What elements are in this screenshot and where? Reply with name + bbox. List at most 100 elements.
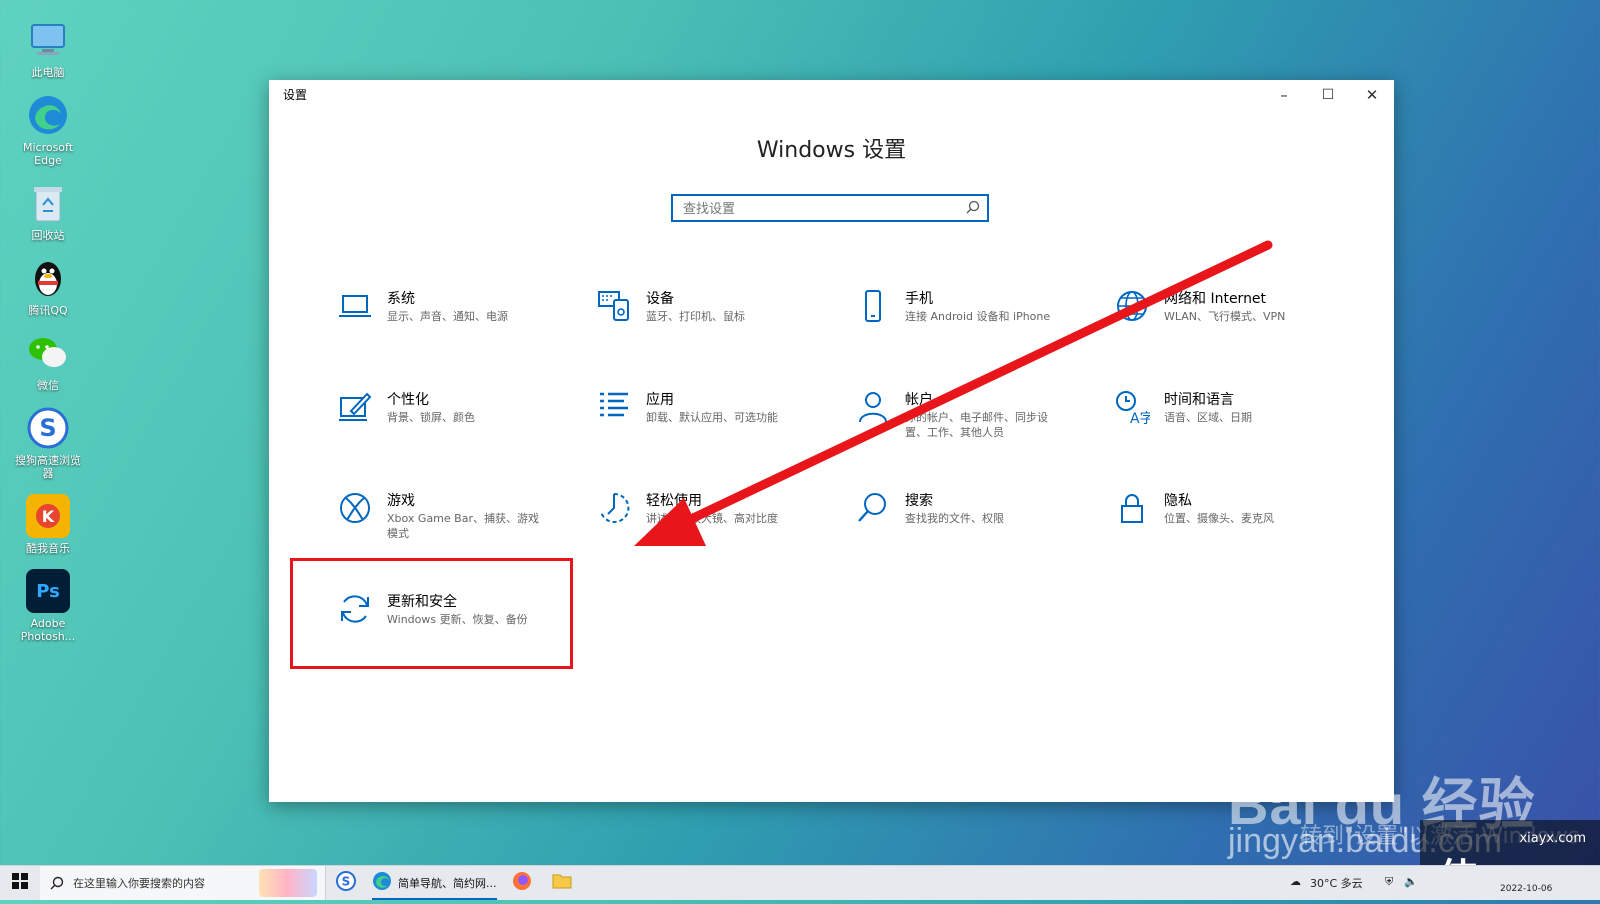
- settings-item-apps[interactable]: 应用 卸载、默认应用、可选功能: [596, 389, 836, 459]
- search-input[interactable]: [681, 197, 965, 221]
- maximize-button[interactable]: ☐: [1306, 80, 1350, 110]
- desktop-icon-sogou-browser[interactable]: S 搜狗高速浏览器: [8, 406, 88, 480]
- devices-icon: [596, 288, 632, 324]
- photoshop-icon: Ps: [26, 569, 70, 613]
- site-url: xiayx.com: [1519, 831, 1586, 846]
- search-highlight-image: [259, 869, 317, 897]
- xbox-icon: [337, 490, 373, 526]
- recycle-bin-icon: [26, 181, 70, 225]
- item-description: 位置、摄像头、麦克风: [1164, 512, 1274, 525]
- security-shield-icon[interactable]: ⛨: [1385, 875, 1393, 889]
- item-name: 手机: [905, 291, 933, 307]
- weather-text[interactable]: 30°C 多云: [1310, 875, 1363, 891]
- item-description: 显示、声音、通知、电源: [387, 310, 508, 323]
- search-icon[interactable]: [965, 199, 981, 219]
- close-button[interactable]: ✕: [1350, 80, 1394, 110]
- taskbar-app-firefox[interactable]: [512, 870, 532, 896]
- desktop-icon-label: Microsoft Edge: [22, 141, 74, 167]
- settings-item-personalization[interactable]: 个性化 背景、锁屏、颜色: [337, 389, 577, 459]
- personalize-icon: [337, 389, 373, 425]
- item-description: 背景、锁屏、颜色: [387, 411, 475, 424]
- item-description: 连接 Android 设备和 iPhone: [905, 310, 1051, 323]
- desktop-icon-label: 腾讯QQ: [28, 304, 68, 317]
- settings-item-phone[interactable]: 手机 连接 Android 设备和 iPhone: [855, 288, 1095, 358]
- time-language-icon: A字: [1114, 389, 1154, 427]
- desktop-icon-qq[interactable]: 腾讯QQ: [8, 256, 88, 317]
- item-name: 游戏: [387, 493, 415, 509]
- item-name: 设备: [646, 291, 674, 307]
- item-name: 网络和 Internet: [1164, 291, 1267, 307]
- desktop-icon-kuwo-music[interactable]: K 酷我音乐: [8, 494, 88, 555]
- settings-window: 设置 – ☐ ✕ Windows 设置 系统 显示、声音、通知、电源 设备 蓝牙…: [269, 80, 1394, 802]
- desktop-icon-wechat[interactable]: 微信: [8, 331, 88, 392]
- desktop-icon-label: 搜狗高速浏览器: [15, 454, 81, 480]
- desktop-icon-label: 回收站: [31, 229, 65, 242]
- minimize-button[interactable]: –: [1262, 80, 1306, 110]
- settings-item-privacy[interactable]: 隐私 位置、摄像头、麦克风: [1114, 490, 1354, 560]
- svg-text:S: S: [342, 875, 351, 889]
- taskbar-app-edge[interactable]: 简单导航、简约网...: [372, 868, 497, 900]
- taskbar-search-text: 在这里输入你要搜索的内容: [73, 877, 205, 890]
- item-name: 系统: [387, 291, 415, 307]
- settings-item-system[interactable]: 系统 显示、声音、通知、电源: [337, 288, 577, 358]
- taskbar-app-file-explorer[interactable]: [552, 870, 572, 896]
- settings-search-box[interactable]: [671, 194, 989, 222]
- windows-logo-icon: [12, 873, 28, 893]
- settings-item-accounts[interactable]: 帐户 你的帐户、电子邮件、同步设置、工作、其他人员: [855, 389, 1095, 459]
- item-description: WLAN、飞行模式、VPN: [1164, 310, 1286, 323]
- search-icon: [855, 490, 891, 526]
- taskbar-search-box[interactable]: 在这里输入你要搜索的内容: [40, 866, 326, 900]
- volume-icon[interactable]: 🔈: [1404, 875, 1418, 888]
- edge-icon: [372, 871, 392, 895]
- window-title: 设置: [283, 88, 308, 102]
- start-button[interactable]: [0, 866, 40, 900]
- lock-icon: [1114, 490, 1150, 526]
- computer-icon: [26, 18, 70, 62]
- page-title: Windows 设置: [756, 138, 907, 163]
- settings-item-time-language[interactable]: A字 时间和语言 语音、区域、日期: [1114, 389, 1354, 459]
- desktop-icon-label: 微信: [37, 379, 59, 392]
- wechat-icon: [26, 331, 70, 375]
- item-name: 帐户: [905, 392, 933, 408]
- sogou-browser-icon: S: [26, 406, 70, 450]
- item-description: 讲述人、放大镜、高对比度: [646, 512, 778, 525]
- item-name: 隐私: [1164, 493, 1192, 509]
- item-description: 蓝牙、打印机、鼠标: [646, 310, 745, 323]
- desktop-icon-edge[interactable]: Microsoft Edge: [8, 93, 88, 167]
- firefox-icon: [512, 871, 532, 895]
- item-description: Xbox Game Bar、捕获、游戏模式: [387, 512, 539, 540]
- qq-penguin-icon: [26, 256, 70, 300]
- item-description: 卸载、默认应用、可选功能: [646, 411, 778, 424]
- settings-item-devices[interactable]: 设备 蓝牙、打印机、鼠标: [596, 288, 836, 358]
- apps-list-icon: [596, 389, 632, 425]
- desktop-icons: 此电脑 Microsoft Edge 回收站 腾讯QQ 微信 S 搜狗高速浏览器…: [8, 18, 88, 657]
- kuwo-music-icon: K: [26, 494, 70, 538]
- settings-item-gaming[interactable]: 游戏 Xbox Game Bar、捕获、游戏模式: [337, 490, 577, 560]
- item-description: 查找我的文件、权限: [905, 512, 1004, 525]
- svg-text:K: K: [42, 507, 55, 526]
- taskbar-app-label: 简单导航、简约网...: [398, 877, 497, 890]
- desktop-icon-recycle-bin[interactable]: 回收站: [8, 181, 88, 242]
- item-name: 轻松使用: [646, 493, 702, 509]
- settings-item-ease-of-access[interactable]: 轻松使用 讲述人、放大镜、高对比度: [596, 490, 836, 560]
- item-description: 你的帐户、电子邮件、同步设置、工作、其他人员: [905, 411, 1048, 439]
- desktop-icon-label: 酷我音乐: [26, 542, 70, 555]
- globe-icon: [1114, 288, 1150, 324]
- title-bar[interactable]: 设置 – ☐ ✕: [269, 80, 1394, 110]
- sogou-browser-icon: S: [336, 871, 356, 895]
- svg-text:S: S: [39, 414, 56, 442]
- edge-icon: [26, 93, 70, 137]
- weather-icon[interactable]: ☁: [1290, 875, 1301, 888]
- desktop-icon-this-pc[interactable]: 此电脑: [8, 18, 88, 79]
- settings-item-search[interactable]: 搜索 查找我的文件、权限: [855, 490, 1095, 560]
- item-name: 应用: [646, 392, 674, 408]
- item-name: 搜索: [905, 493, 933, 509]
- desktop-icon-photoshop[interactable]: Ps Adobe Photosh...: [8, 569, 88, 643]
- person-icon: [855, 389, 891, 425]
- settings-item-network[interactable]: 网络和 Internet WLAN、飞行模式、VPN: [1114, 288, 1354, 358]
- taskbar-date[interactable]: 2022-10-06: [1500, 884, 1552, 894]
- item-name: 个性化: [387, 392, 429, 408]
- taskbar-app-sogou[interactable]: S: [336, 870, 356, 896]
- phone-icon: [855, 288, 891, 324]
- item-description: 语音、区域、日期: [1164, 411, 1252, 424]
